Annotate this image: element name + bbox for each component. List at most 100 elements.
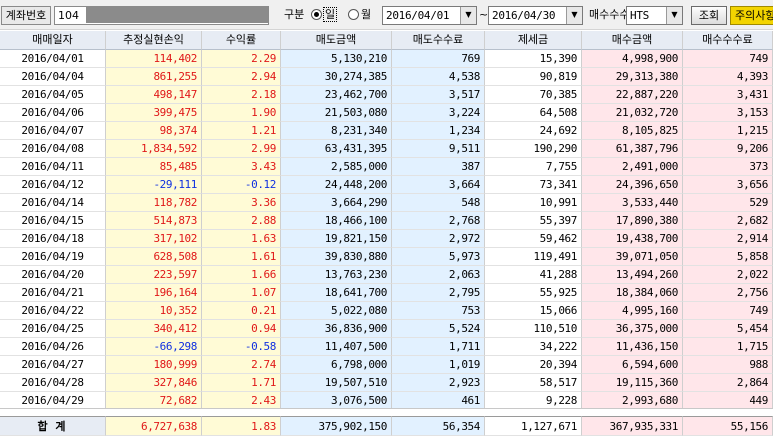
table-row[interactable]: 2016/04/04 861,255 2.94 30,274,385 4,538 90,8… <box>0 68 773 86</box>
table-row[interactable]: 2016/04/22 10,352 0.21 5,022,080 753 15,066 4,… <box>0 302 773 320</box>
tax-cell: 55,925 <box>485 284 582 302</box>
table-row[interactable]: 2016/04/21 196,164 1.07 18,641,700 2,795 55,9… <box>0 284 773 302</box>
buy-amount-cell: 19,115,360 <box>582 374 683 392</box>
column-header[interactable]: 매수금액 <box>582 31 683 50</box>
column-header[interactable]: 수익률 <box>202 31 281 50</box>
table-row[interactable]: 2016/04/08 1,834,592 2.99 63,431,395 9,511 19… <box>0 140 773 158</box>
buy-amount-cell: 2,491,000 <box>582 158 683 176</box>
sell-fee-cell: 4,538 <box>392 68 485 86</box>
return-rate-cell: 0.94 <box>202 320 281 338</box>
radio-daily[interactable]: 일 <box>311 7 338 22</box>
total-label: 합 계 <box>0 416 106 436</box>
table-row[interactable]: 2016/04/06 399,475 1.90 21,503,080 3,224 64,5… <box>0 104 773 122</box>
table-row[interactable]: 2016/04/27 180,999 2.74 6,798,000 1,019 20,39… <box>0 356 773 374</box>
realized-pnl-cell: 317,102 <box>106 230 202 248</box>
buy-amount-cell: 18,384,060 <box>582 284 683 302</box>
table-row[interactable]: 2016/04/05 498,147 2.18 23,462,700 3,517 70,3… <box>0 86 773 104</box>
table-row[interactable]: 2016/04/26 -66,298 -0.58 11,407,500 1,711 34,… <box>0 338 773 356</box>
return-rate-cell: 2.88 <box>202 212 281 230</box>
realized-pnl-cell: 628,508 <box>106 248 202 266</box>
buy-amount-cell: 24,396,650 <box>582 176 683 194</box>
realized-pnl-cell: 399,475 <box>106 104 202 122</box>
table-row[interactable]: 2016/04/25 340,412 0.94 36,836,900 5,524 110,… <box>0 320 773 338</box>
sell-amount-cell: 24,448,200 <box>281 176 392 194</box>
sell-fee-cell: 1,019 <box>392 356 485 374</box>
date-to-picker[interactable]: 2016/04/30 ▼ <box>488 6 583 25</box>
buy-amount-cell: 22,887,220 <box>582 86 683 104</box>
sell-amount-cell: 18,641,700 <box>281 284 392 302</box>
sell-amount-cell: 5,130,210 <box>281 50 392 68</box>
table-row[interactable]: 2016/04/20 223,597 1.66 13,763,230 2,063 41,2… <box>0 266 773 284</box>
radio-daily-label: 일 <box>322 7 338 22</box>
sell-amount-cell: 13,763,230 <box>281 266 392 284</box>
caution-button[interactable]: 주의사항 <box>730 6 773 25</box>
return-rate-cell: 1.63 <box>202 230 281 248</box>
toolbar: 계좌번호 104 구분 일 월 2016/04/01 ▼ ~ 2016/04/3… <box>0 0 773 30</box>
buy-fee-cell: 5,858 <box>683 248 773 266</box>
table-row[interactable]: 2016/04/18 317,102 1.63 19,821,150 2,972 59,4… <box>0 230 773 248</box>
sell-fee-cell: 1,711 <box>392 338 485 356</box>
trade-date-cell: 2016/04/25 <box>0 320 106 338</box>
radio-unselected-icon <box>348 9 359 20</box>
trade-date-cell: 2016/04/08 <box>0 140 106 158</box>
column-header[interactable]: 추정실현손익 <box>106 31 202 50</box>
return-rate-cell: 1.66 <box>202 266 281 284</box>
buy-amount-cell: 13,494,260 <box>582 266 683 284</box>
table-row[interactable]: 2016/04/07 98,374 1.21 8,231,340 1,234 24,692… <box>0 122 773 140</box>
inquiry-button[interactable]: 조회 <box>691 6 727 25</box>
account-label: 계좌번호 <box>1 6 51 25</box>
tax-cell: 190,290 <box>485 140 582 158</box>
table-row[interactable]: 2016/04/14 118,782 3.36 3,664,290 548 10,991 3… <box>0 194 773 212</box>
tax-cell: 64,508 <box>485 104 582 122</box>
trade-date-cell: 2016/04/05 <box>0 86 106 104</box>
column-header[interactable]: 매수수수료 <box>683 31 773 50</box>
table-row[interactable]: 2016/04/15 514,873 2.88 18,466,100 2,768 55,3… <box>0 212 773 230</box>
trade-date-cell: 2016/04/15 <box>0 212 106 230</box>
table-row[interactable]: 2016/04/01 114,402 2.29 5,130,210 769 15,390 4… <box>0 50 773 68</box>
sell-fee-cell: 9,511 <box>392 140 485 158</box>
table-row[interactable]: 2016/04/19 628,508 1.61 39,830,880 5,973 119,… <box>0 248 773 266</box>
trade-date-cell: 2016/04/28 <box>0 374 106 392</box>
sell-amount-cell: 39,830,880 <box>281 248 392 266</box>
grid-header-row: 매매일자 추정실현손익 수익률 매도금액 매도수수료 제세금 매수금액 매수수수… <box>0 31 773 50</box>
table-row[interactable]: 2016/04/11 85,485 3.43 2,585,000 387 7,755 2,4… <box>0 158 773 176</box>
sell-fee-cell: 2,923 <box>392 374 485 392</box>
sell-fee-cell: 2,063 <box>392 266 485 284</box>
buy-amount-cell: 4,995,160 <box>582 302 683 320</box>
sell-fee-cell: 3,664 <box>392 176 485 194</box>
trade-date-cell: 2016/04/01 <box>0 50 106 68</box>
column-header[interactable]: 제세금 <box>485 31 582 50</box>
fee-type-select[interactable]: HTS ▼ <box>626 6 683 25</box>
realized-pnl-cell: 180,999 <box>106 356 202 374</box>
sell-amount-cell: 19,507,510 <box>281 374 392 392</box>
chevron-down-icon[interactable]: ▼ <box>460 7 476 24</box>
sell-amount-cell: 2,585,000 <box>281 158 392 176</box>
realized-pnl-cell: 10,352 <box>106 302 202 320</box>
chevron-down-icon[interactable]: ▼ <box>666 7 682 24</box>
column-header[interactable]: 매도수수료 <box>392 31 485 50</box>
total-sell-fee: 56,354 <box>392 416 485 436</box>
buy-fee-cell: 9,206 <box>683 140 773 158</box>
period-label: 구분 <box>284 8 305 21</box>
sell-amount-cell: 5,022,080 <box>281 302 392 320</box>
realized-pnl-cell: 514,873 <box>106 212 202 230</box>
sell-fee-cell: 753 <box>392 302 485 320</box>
column-header[interactable]: 매도금액 <box>281 31 392 50</box>
grid-footer-divider <box>0 408 773 415</box>
return-rate-cell: 2.29 <box>202 50 281 68</box>
trade-date-cell: 2016/04/26 <box>0 338 106 356</box>
column-header[interactable]: 매매일자 <box>0 31 106 50</box>
buy-amount-cell: 3,533,440 <box>582 194 683 212</box>
radio-monthly[interactable]: 월 <box>348 8 371 21</box>
date-from-picker[interactable]: 2016/04/01 ▼ <box>382 6 477 25</box>
table-row[interactable]: 2016/04/12 -29,111 -0.12 24,448,200 3,664 73,… <box>0 176 773 194</box>
buy-fee-cell: 1,715 <box>683 338 773 356</box>
tax-cell: 55,397 <box>485 212 582 230</box>
sell-amount-cell: 19,821,150 <box>281 230 392 248</box>
buy-amount-cell: 29,313,380 <box>582 68 683 86</box>
chevron-down-icon[interactable]: ▼ <box>566 7 582 24</box>
buy-fee-cell: 3,431 <box>683 86 773 104</box>
tax-cell: 90,819 <box>485 68 582 86</box>
table-row[interactable]: 2016/04/28 327,846 1.71 19,507,510 2,923 58,5… <box>0 374 773 392</box>
trade-date-cell: 2016/04/06 <box>0 104 106 122</box>
